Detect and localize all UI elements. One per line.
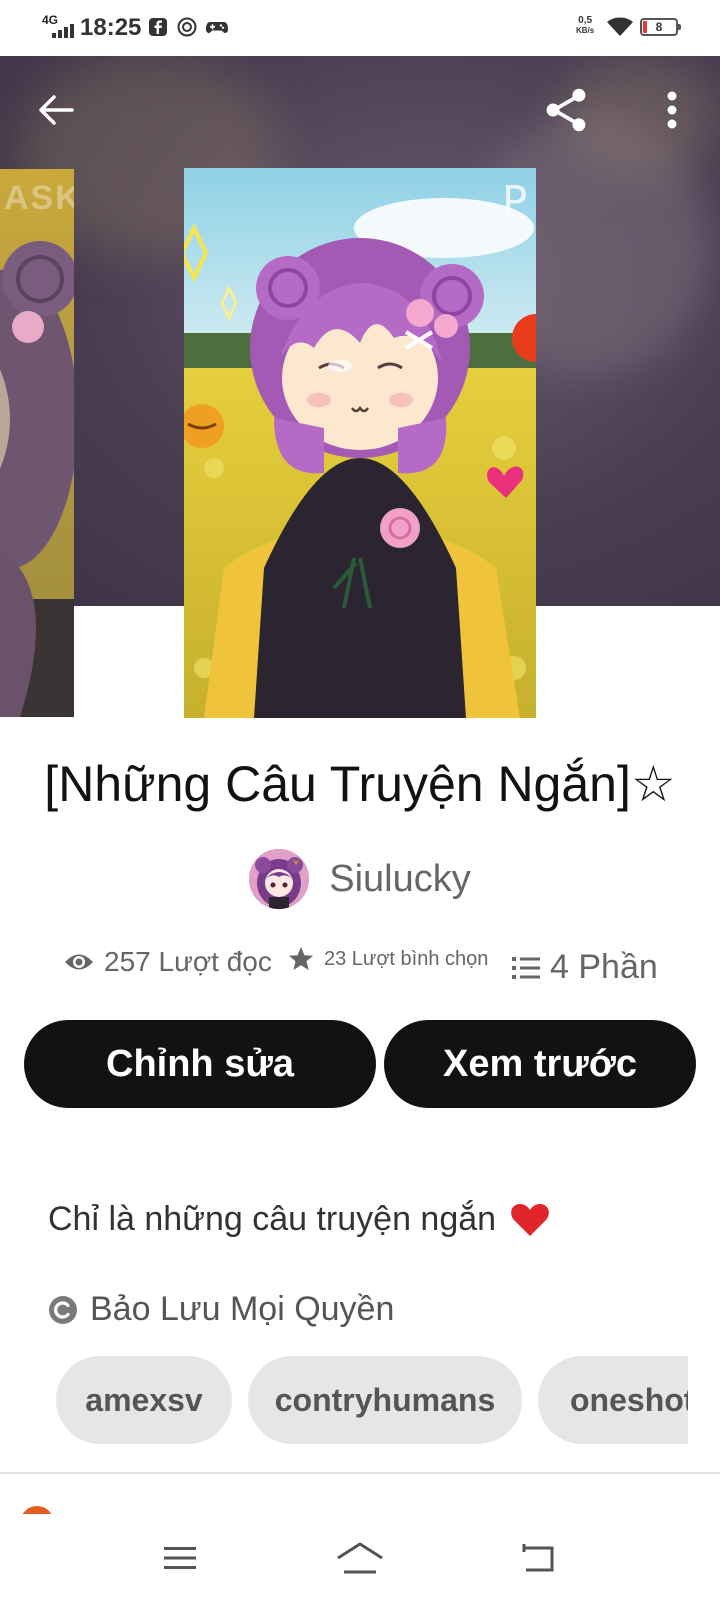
menu-icon (164, 1547, 196, 1569)
speed-value: 0,5 (578, 15, 593, 26)
story-details-screen: 4G 18:25 0,5 KB/s 8 ASK P [Những Câu Tru… (0, 0, 720, 1600)
clock: 18:25 (80, 14, 142, 41)
description-text: Chỉ là những câu truyện ngắn (48, 1200, 497, 1238)
share-icon (546, 88, 586, 132)
heart-icon (511, 1203, 549, 1236)
edit-button[interactable]: Chỉnh sửa (24, 1020, 376, 1108)
copyright-text: Bảo Lưu Mọi Quyền (90, 1290, 395, 1328)
author-row[interactable]: Siulucky (0, 848, 720, 910)
list-icon (512, 956, 540, 979)
recent-apps-button[interactable] (150, 1536, 210, 1580)
back-button[interactable] (32, 86, 80, 134)
system-nav-bar (0, 1514, 720, 1600)
preview-button[interactable]: Xem trước (384, 1020, 696, 1108)
votes-stat: 23 Lượt bình chọn (288, 946, 488, 972)
back-arrow-icon (522, 1544, 554, 1572)
story-cover-image[interactable]: P (184, 168, 536, 718)
tag-chip[interactable]: amexsv (56, 1356, 232, 1444)
previous-story-cover[interactable]: ASK (0, 169, 74, 717)
status-bar: 4G 18:25 0,5 KB/s 8 (0, 0, 720, 56)
battery-indicator: 8 (640, 18, 681, 36)
messenger-icon (177, 17, 197, 37)
arrow-left-icon (39, 95, 74, 125)
speed-unit: KB/s (576, 26, 595, 35)
side-cover-art (0, 241, 74, 717)
copyright-row: Bảo Lưu Mọi Quyền (48, 1290, 394, 1329)
cover-illustration: P (184, 168, 536, 718)
story-description: Chỉ là những câu truyện ngắn (48, 1200, 550, 1239)
votes-count: 23 Lượt bình chọn (324, 947, 489, 970)
network-speed: 0,5 KB/s (576, 16, 594, 36)
avatar-illustration (249, 849, 310, 909)
story-stats: 257 Lượt đọc 23 Lượt bình chọn 4 Phần (0, 946, 720, 986)
parts-stat[interactable]: 4 Phần (512, 948, 658, 987)
author-avatar[interactable] (249, 849, 310, 909)
home-button[interactable] (330, 1536, 390, 1580)
share-button[interactable] (542, 86, 590, 134)
more-options-button[interactable] (648, 86, 696, 134)
svg-text:P: P (502, 177, 527, 226)
author-name[interactable]: Siulucky (329, 858, 471, 901)
facebook-icon (149, 18, 167, 36)
parts-count[interactable]: 4 Phần (550, 948, 658, 987)
section-divider (0, 1472, 720, 1474)
tag-chip[interactable]: oneshot (538, 1356, 688, 1444)
signal-icon (52, 24, 74, 38)
star-icon (289, 947, 313, 970)
battery-level: 8 (655, 20, 663, 34)
home-icon (337, 1542, 383, 1574)
gamepad-icon (206, 22, 228, 33)
tag-chip[interactable]: contryhumans (248, 1356, 522, 1444)
story-title: [Những Câu Truyện Ngắn]☆ (44, 756, 676, 812)
eye-icon (65, 954, 93, 970)
reads-stat: 257 Lượt đọc (64, 946, 272, 978)
copyright-icon (49, 1295, 77, 1324)
more-vertical-icon (667, 91, 677, 129)
tag-list[interactable]: amexsv contryhumans oneshot (56, 1356, 688, 1444)
system-back-button[interactable] (508, 1536, 568, 1580)
wifi-icon (607, 17, 633, 36)
reads-count: 257 Lượt đọc (104, 946, 272, 977)
